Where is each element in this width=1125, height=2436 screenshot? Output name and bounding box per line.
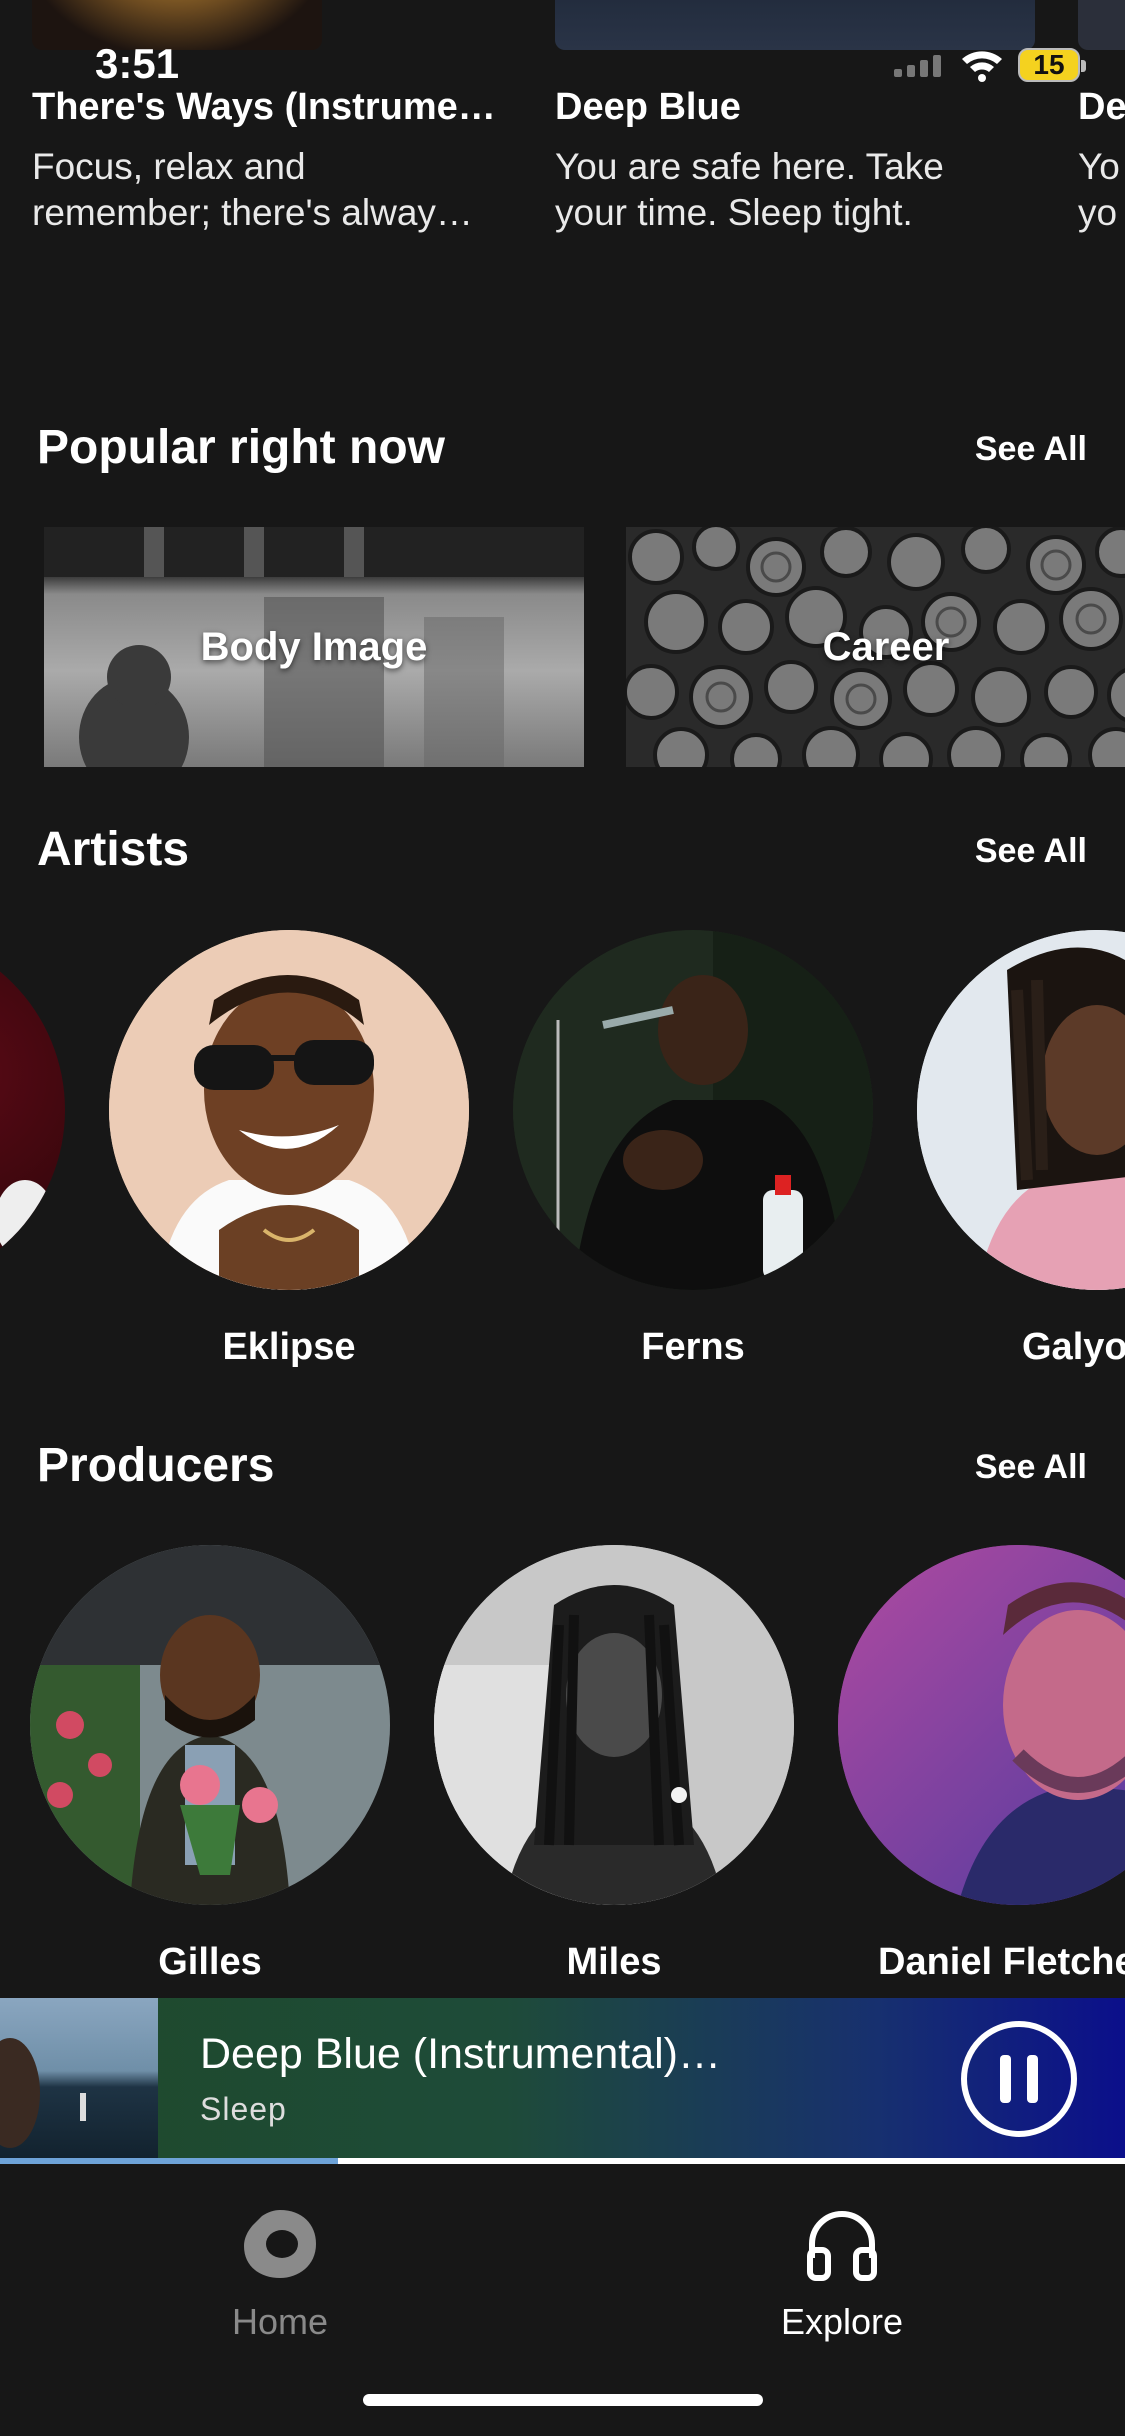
mini-player[interactable]: Deep Blue (Instrumental)… Sleep [0, 1998, 1125, 2160]
see-all-producers-button[interactable]: See All [975, 1448, 1087, 1487]
producer-photo [30, 1545, 390, 1905]
tile-label: Body Image [200, 624, 428, 669]
artist-name: Ferns [641, 1326, 745, 1368]
track-description: You are safe here. Take your time. Sleep… [555, 146, 944, 233]
player-artwork [0, 1998, 158, 2160]
artist-photo [109, 930, 469, 1290]
status-time: 3:51 [95, 40, 180, 87]
producer-photo [434, 1545, 794, 1905]
artist-photo [513, 930, 873, 1290]
tile-label: Career [822, 624, 950, 669]
section-title-popular: Popular right now [37, 421, 445, 474]
player-track-subtitle: Sleep [200, 2091, 287, 2127]
headphones-icon [807, 2211, 877, 2281]
artist-avatar-eklipse[interactable] [109, 930, 469, 1290]
producer-name: Gilles [158, 1941, 262, 1983]
section-title-artists: Artists [37, 823, 190, 876]
track-thumbnail [555, 0, 1035, 50]
wifi-icon [962, 51, 1002, 82]
track-card[interactable] [1078, 0, 1125, 50]
artist-avatar-partial[interactable] [0, 930, 65, 1290]
tab-label: Explore [780, 2301, 904, 2342]
track-title: Deep Blue [555, 86, 741, 128]
producer-avatar-miles[interactable] [434, 1545, 794, 1905]
see-all-artists-button[interactable]: See All [975, 832, 1087, 871]
artist-name: Galyo [1022, 1326, 1125, 1368]
home-indicator [363, 2394, 763, 2406]
battery-icon: 15 [1018, 48, 1086, 82]
tab-explore[interactable]: Explore [692, 2206, 992, 2343]
track-description: Yo yo [1078, 146, 1120, 233]
track-card[interactable] [555, 0, 1035, 50]
artist-avatar-galyo[interactable] [917, 930, 1125, 1290]
track-description: Focus, relax and remember; there's alway… [32, 146, 473, 233]
producer-avatar-daniel-fletcher[interactable] [838, 1545, 1125, 1905]
producer-avatar-gilles[interactable] [30, 1545, 390, 1905]
producer-photo [838, 1545, 1125, 1905]
tab-home[interactable]: Home [130, 2206, 430, 2343]
artist-photo [917, 930, 1125, 1290]
pause-icon [1000, 2055, 1011, 2103]
track-title: De [1078, 86, 1125, 128]
playback-progress-bar[interactable] [0, 2158, 1125, 2164]
popular-tile-body-image[interactable]: Body Image [44, 527, 584, 767]
producer-name: Daniel Fletche [878, 1941, 1125, 1983]
see-all-popular-button[interactable]: See All [975, 430, 1087, 469]
signal-icon [894, 55, 941, 77]
home-icon [244, 2210, 316, 2278]
artist-name: Eklipse [222, 1326, 356, 1368]
pause-button[interactable] [961, 2021, 1077, 2137]
tab-label: Home [231, 2301, 329, 2342]
artist-avatar-ferns[interactable] [513, 930, 873, 1290]
popular-tile-career[interactable]: Career [626, 527, 1125, 767]
explore-screen: There's Ways (Instrume… Focus, relax and… [0, 0, 1125, 2436]
status-indicators: 15 [894, 48, 1086, 82]
track-title: There's Ways (Instrume… [32, 86, 496, 128]
player-track-title: Deep Blue (Instrumental)… [200, 2030, 721, 2078]
producer-name: Miles [566, 1941, 662, 1983]
section-title-producers: Producers [37, 1439, 275, 1492]
track-thumbnail [1078, 0, 1125, 50]
playback-progress-fill [0, 2158, 338, 2164]
